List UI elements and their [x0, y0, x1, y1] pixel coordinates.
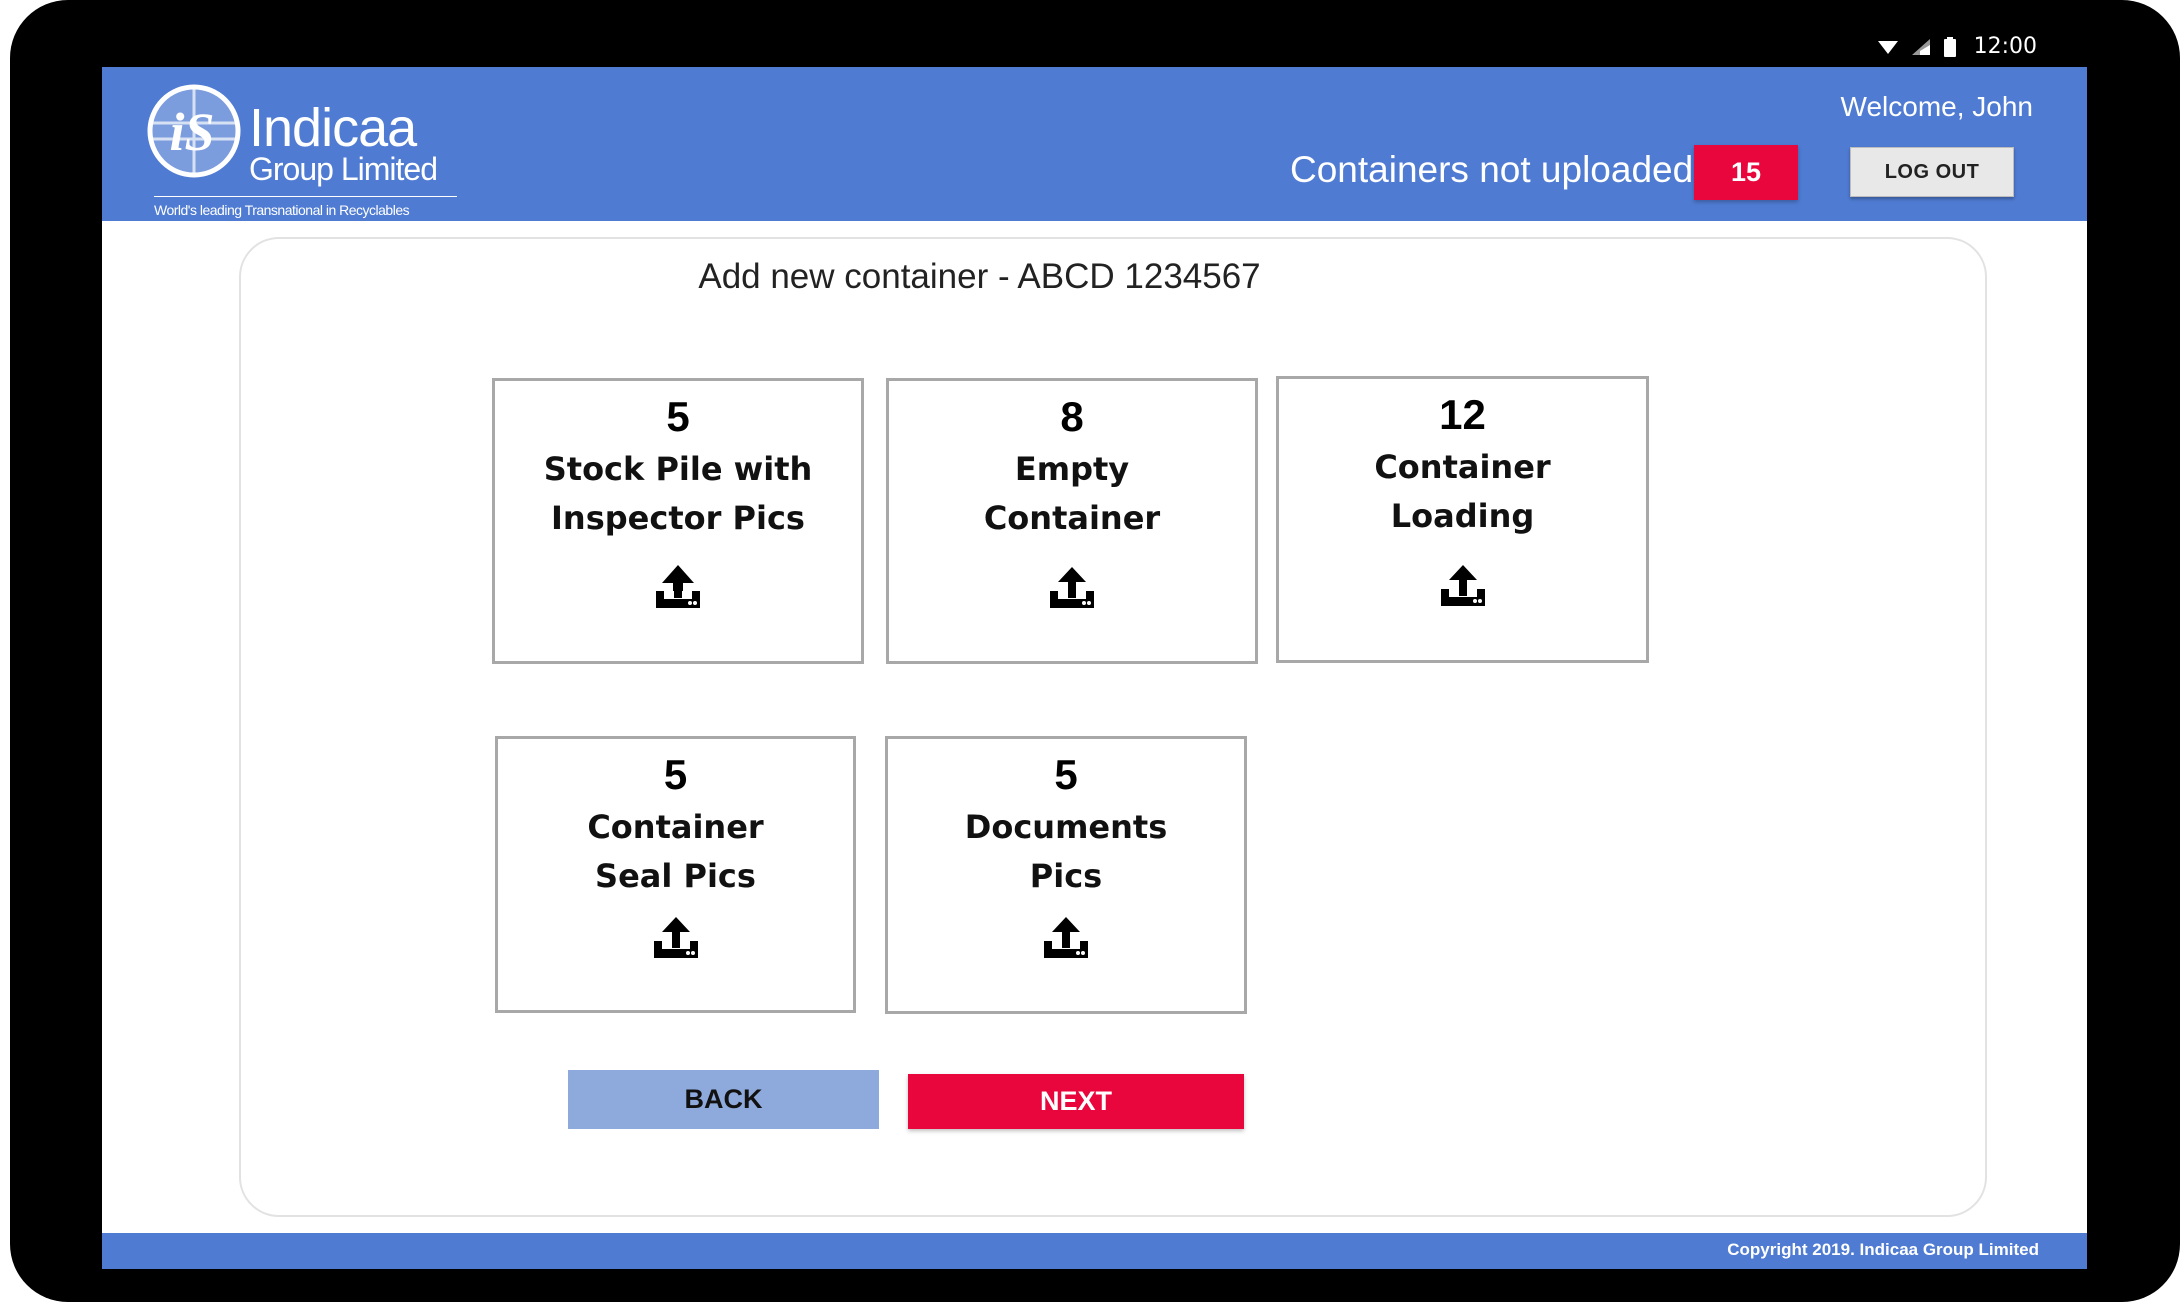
- tile-documents[interactable]: 5 Documents Pics: [885, 736, 1247, 1014]
- tile-count: 5: [663, 751, 688, 798]
- copyright-text: Copyright 2019. Indicaa Group Limited: [1727, 1240, 2039, 1259]
- svg-text:iS: iS: [169, 102, 214, 162]
- signal-icon: [1911, 38, 1930, 55]
- pending-uploads-label: Containers not uploaded: [1290, 149, 1694, 190]
- header: iS Indicaa Group Limited World's leading…: [102, 67, 2087, 221]
- tile-container-loading[interactable]: 12 Container Loading: [1276, 376, 1649, 663]
- page-title: Add new container - ABCD 1234567: [698, 257, 1261, 296]
- logo-name: Indicaa: [249, 98, 417, 158]
- wifi-icon: [1877, 40, 1898, 54]
- footer: Copyright 2019. Indicaa Group Limited: [102, 1233, 2087, 1269]
- upload-icon[interactable]: [650, 911, 702, 963]
- logo-divider: [154, 196, 457, 197]
- tile-empty-container[interactable]: 8 Empty Container: [886, 378, 1258, 664]
- app-screen: iS Indicaa Group Limited World's leading…: [102, 67, 2087, 1269]
- upload-icon[interactable]: [1437, 559, 1489, 611]
- tile-label: Empty Container: [983, 450, 1161, 537]
- status-bar: 12:00: [102, 0, 2087, 67]
- battery-icon: [1943, 36, 1956, 57]
- upload-icon[interactable]: [1040, 911, 1092, 963]
- next-button[interactable]: NEXT: [908, 1074, 1244, 1129]
- company-logo: iS Indicaa Group Limited World's leading…: [146, 83, 466, 218]
- back-button[interactable]: BACK: [568, 1070, 879, 1129]
- status-time: 12:00: [1973, 34, 2037, 59]
- tile-count: 12: [1439, 391, 1486, 438]
- upload-icon[interactable]: [652, 561, 704, 613]
- upload-icon[interactable]: [1046, 561, 1098, 613]
- tile-count: 5: [666, 393, 690, 440]
- tile-label: Stock Pile with Inspector Pics: [543, 450, 813, 537]
- welcome-message: Welcome, John: [1840, 91, 2033, 122]
- globe-logo-icon: iS: [147, 84, 241, 178]
- tile-stock-pile[interactable]: 5 Stock Pile with Inspector Pics: [492, 378, 864, 664]
- tile-container-seal[interactable]: 5 Container Seal Pics: [495, 736, 856, 1013]
- tile-label: Documents Pics: [964, 808, 1168, 895]
- logout-button[interactable]: LOG OUT: [1850, 147, 2014, 197]
- tile-count: 5: [1054, 751, 1078, 798]
- tile-count: 8: [1060, 393, 1084, 440]
- logo-tagline: World's leading Transnational in Recycla…: [154, 202, 410, 218]
- tile-label: Container Seal Pics: [587, 808, 764, 895]
- logo-subtitle: Group Limited: [249, 151, 438, 187]
- tile-label: Container Loading: [1374, 448, 1551, 535]
- pending-uploads-badge[interactable]: 15: [1694, 145, 1798, 200]
